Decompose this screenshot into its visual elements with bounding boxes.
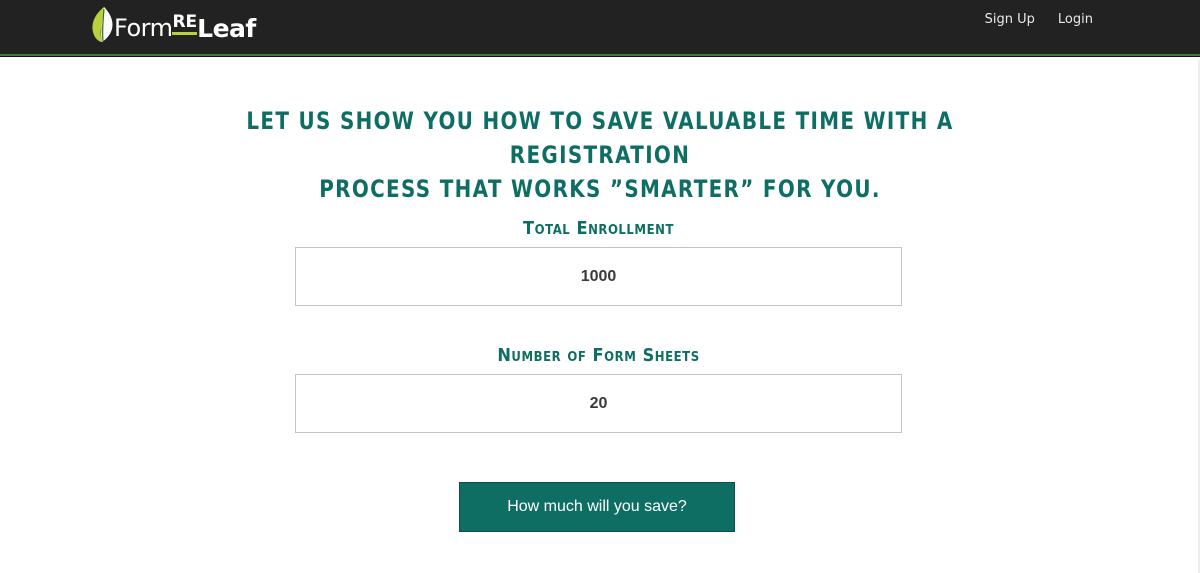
nav-links: Sign Up Login <box>985 12 1093 27</box>
page: Form RE Leaf Sign Up Login Let us show y… <box>0 0 1200 573</box>
headline-line-1: Let us show you how to save valuable tim… <box>246 107 954 169</box>
brand-name-form: Form <box>114 14 173 42</box>
page-headline: Let us show you how to save valuable tim… <box>185 104 1015 206</box>
nav-login-link[interactable]: Login <box>1058 12 1093 27</box>
headline-line-2: process that works ”smarter” for you. <box>319 175 881 203</box>
brand-name-re: RE <box>172 13 198 35</box>
calculate-savings-button[interactable]: How much will you save? <box>459 482 735 532</box>
leaf-icon <box>92 7 113 42</box>
brand-name-leaf: Leaf <box>197 13 256 43</box>
form-sheets-input[interactable] <box>295 374 902 433</box>
nav-sign-up-link[interactable]: Sign Up <box>985 12 1035 27</box>
total-enrollment-input[interactable] <box>295 247 902 306</box>
brand-logo[interactable]: Form RE Leaf <box>90 4 256 46</box>
top-navbar: Form RE Leaf Sign Up Login <box>0 0 1200 57</box>
form-sheets-label: Number of Form Sheets <box>497 345 700 366</box>
total-enrollment-label: Total Enrollment <box>522 218 675 239</box>
